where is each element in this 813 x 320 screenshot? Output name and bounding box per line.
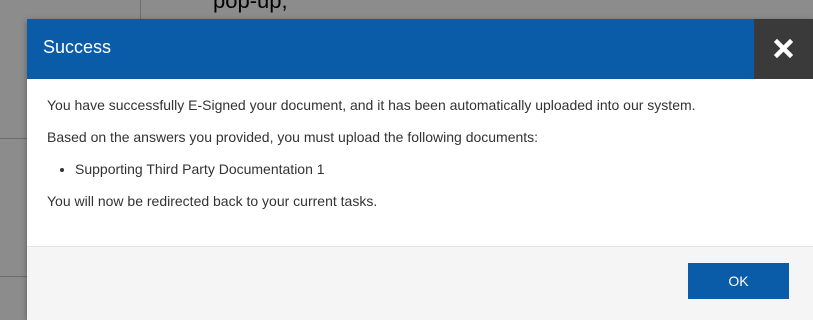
background-divider: [0, 138, 27, 139]
dialog-header: Success: [27, 19, 754, 79]
dialog-body: You have successfully E-Signed your docu…: [47, 95, 807, 223]
success-dialog: Success You have successfully E-Signed y…: [27, 19, 813, 320]
required-documents-list: Supporting Third Party Documentation 1: [47, 159, 807, 179]
dialog-footer: OK: [27, 247, 813, 320]
required-document-item: Supporting Third Party Documentation 1: [75, 159, 807, 179]
success-message: You have successfully E-Signed your docu…: [47, 97, 696, 113]
background-divider: [0, 276, 27, 277]
close-icon: [774, 39, 793, 58]
upload-instructions: Based on the answers you provided, you m…: [47, 129, 539, 145]
close-button[interactable]: [754, 19, 813, 79]
redirect-message: You will now be redirected back to your …: [47, 193, 378, 209]
background-cutoff-text: pop-up,: [213, 0, 288, 13]
ok-button[interactable]: OK: [688, 263, 789, 299]
background-divider: [140, 0, 141, 19]
dialog-title: Success: [43, 37, 112, 57]
